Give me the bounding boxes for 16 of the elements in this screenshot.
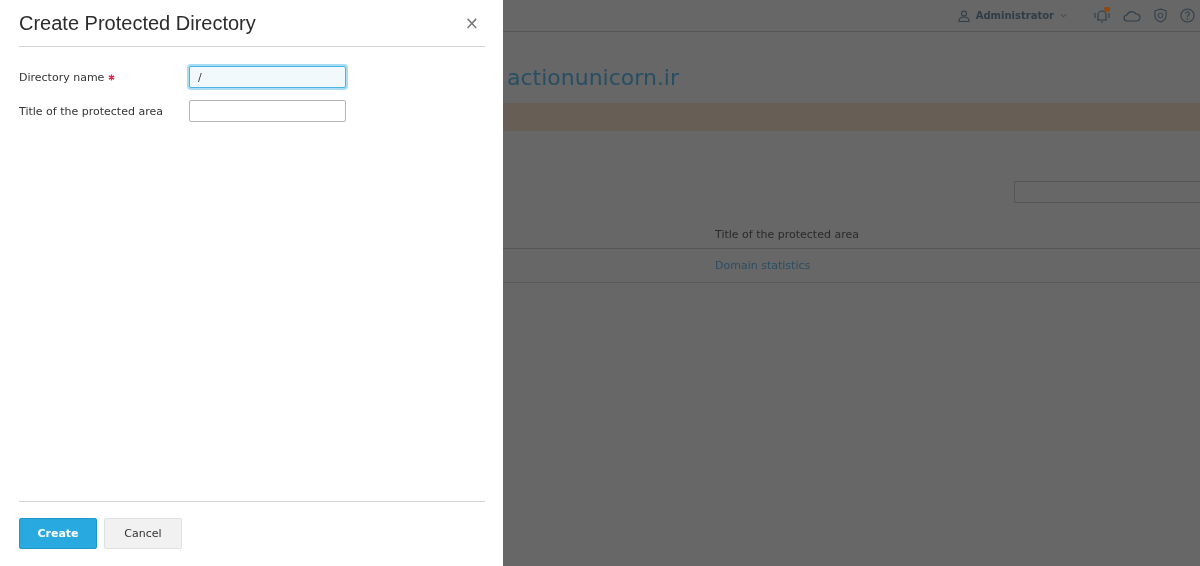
column-header: Title of the protected area [715,228,859,241]
help-icon[interactable] [1180,8,1195,23]
cancel-button[interactable]: Cancel [104,518,182,549]
field-label: Directory name [19,70,189,84]
bell-icon[interactable] [1093,6,1111,25]
page-title: actionunicorn.ir [507,65,680,90]
user-icon [957,9,970,22]
dialog-title: Create Protected Directory [19,11,256,35]
field-label: Title of the protected area [19,104,164,118]
close-button[interactable]: × [460,13,483,33]
input-field[interactable] [189,100,346,122]
create-button[interactable]: Create [19,518,97,549]
input-field[interactable]: / [189,66,346,88]
cloud-icon[interactable] [1123,9,1141,22]
shield-icon[interactable] [1153,8,1168,23]
caret-icon [1060,13,1067,18]
